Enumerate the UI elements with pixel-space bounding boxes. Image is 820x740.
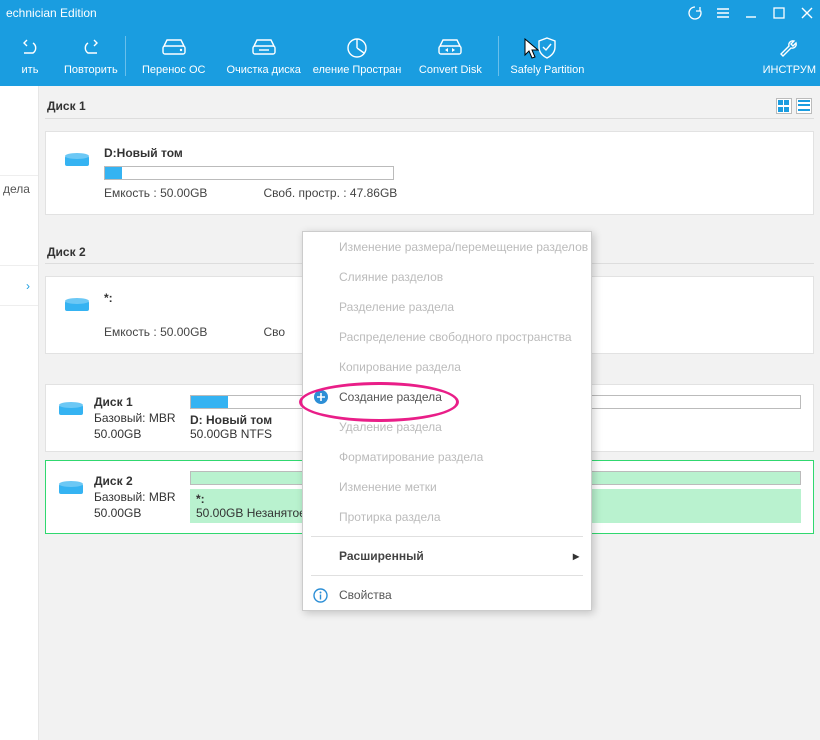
disk-size: 50.00GB [94,427,176,441]
titlebar: echnician Edition [0,0,820,26]
menu-separator [311,575,583,576]
window-controls [688,6,814,20]
disk-type: Базовый: MBR [94,411,176,425]
safely-partition-button[interactable]: Safely Partition [502,26,592,86]
sidebar-item[interactable] [0,86,38,176]
menu-copy: Копирование раздела [303,352,591,382]
partition-name: D:Новый том [104,146,795,160]
disk-1-partition-card[interactable]: D:Новый том Емкость : 50.00GB Своб. прос… [45,131,814,215]
capacity-label: Емкость : 50.00GB [104,325,207,339]
menu-format: Форматирование раздела [303,442,591,472]
sidebar-expand[interactable]: › [0,266,38,306]
maximize-icon[interactable] [772,6,786,20]
piechart-icon [346,36,368,60]
wrench-icon [778,36,800,60]
minimize-icon[interactable] [744,6,758,20]
menu-resize: Изменение размера/перемещение разделов [303,232,591,262]
capacity-label: Емкость : 50.00GB [104,186,207,200]
disk-icon [58,478,84,496]
disk-icon [58,399,84,417]
menu-advanced[interactable]: Расширенный▸ [303,541,591,571]
disk-cleanup-button[interactable]: Очистка диска [219,26,309,86]
menu-properties[interactable]: Свойства [303,580,591,610]
close-icon[interactable] [800,6,814,20]
disk-name: Диск 2 [94,474,176,488]
app-title: echnician Edition [6,6,97,20]
menu-allocate: Распределение свободного пространства [303,322,591,352]
menu-label: Изменение метки [303,472,591,502]
undo-button[interactable]: ить [0,26,60,86]
sidebar: дела › [0,86,39,740]
convert-icon [437,36,463,60]
info-icon [313,588,328,603]
chevron-right-icon: › [26,279,30,293]
migrate-os-button[interactable]: Перенос ОС [129,26,219,86]
redo-icon [80,36,102,60]
menu-icon[interactable] [716,6,730,20]
sidebar-item[interactable]: дела [0,176,38,266]
hdd-clean-icon [251,36,277,60]
view-list-icon[interactable] [796,98,812,114]
disk-name: Диск 1 [94,395,176,409]
hdd-icon [161,36,187,60]
disk-1-header: Диск 1 [45,94,814,119]
undo-icon [19,36,41,60]
disk-icon [64,150,90,168]
toolbar: ить Повторить Перенос ОС Очистка диска е… [0,26,820,86]
shield-icon [536,36,558,60]
menu-separator [311,536,583,537]
free-space-label: Своб. простр. : 47.86GB [263,186,397,200]
toolbar-separator [125,36,126,76]
chevron-right-icon: ▸ [573,549,579,563]
usage-bar [104,166,394,180]
menu-wipe: Протирка раздела [303,502,591,532]
context-menu: Изменение размера/перемещение разделов С… [302,231,592,611]
create-icon [313,389,329,405]
refresh-icon[interactable] [688,6,702,20]
redo-button[interactable]: Повторить [60,26,122,86]
free-space-label: Сво [263,325,285,339]
convert-disk-button[interactable]: Convert Disk [405,26,495,86]
menu-create-partition[interactable]: Создание раздела [303,382,591,412]
disk-size: 50.00GB [94,506,176,520]
toolbar-separator [498,36,499,76]
space-allocate-button[interactable]: еление Простран [309,26,406,86]
menu-delete: Удаление раздела [303,412,591,442]
disk-type: Базовый: MBR [94,490,176,504]
tools-button[interactable]: ИНСТРУМ [759,26,820,86]
menu-merge: Слияние разделов [303,262,591,292]
disk-icon [64,295,90,313]
menu-split: Разделение раздела [303,292,591,322]
view-grid-icon[interactable] [776,98,792,114]
